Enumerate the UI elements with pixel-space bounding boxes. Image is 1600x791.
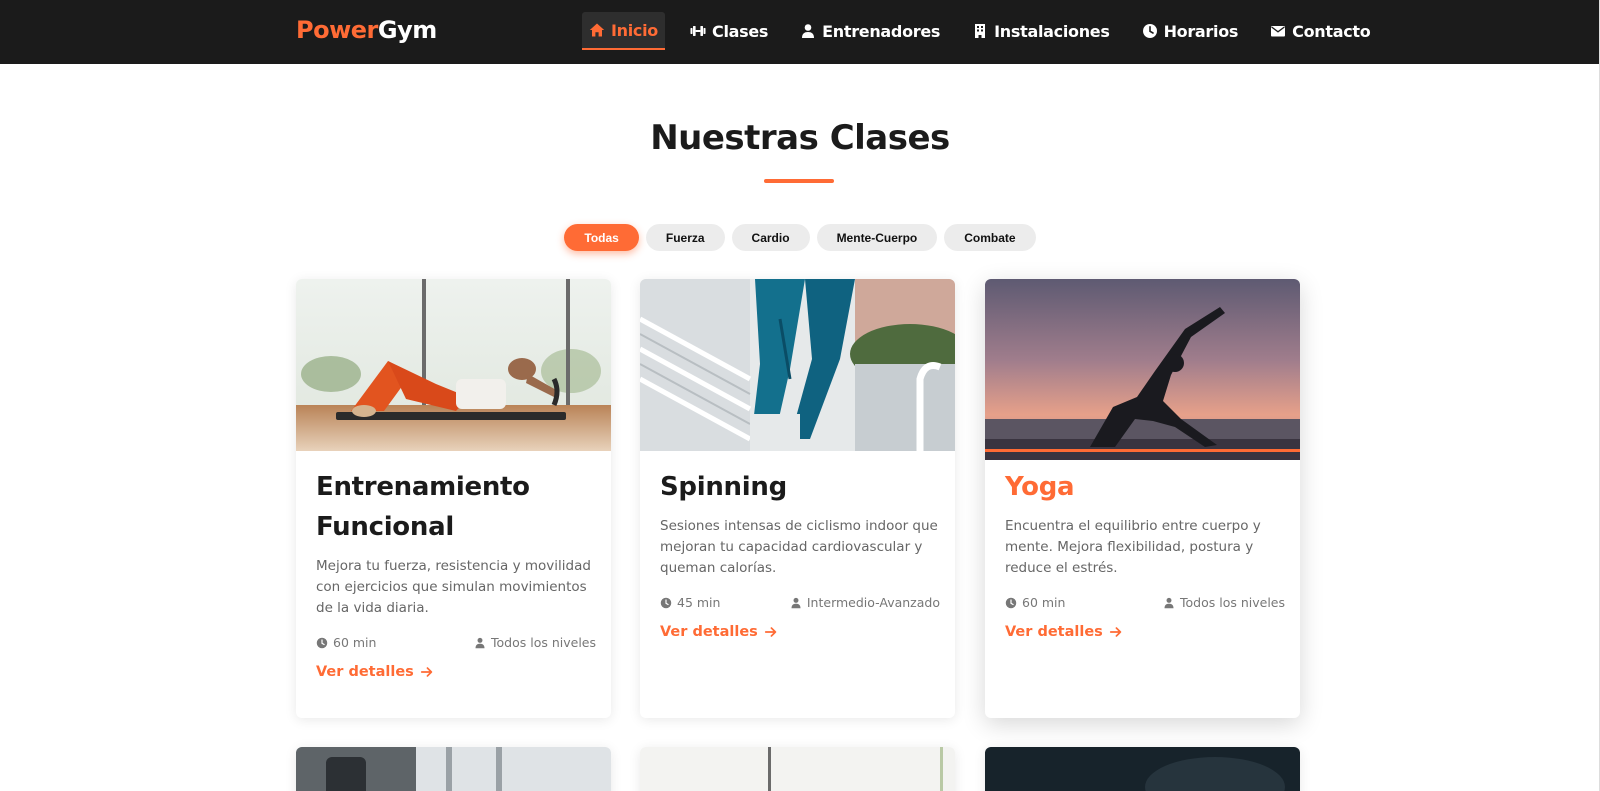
level: Todos los niveles — [474, 635, 596, 650]
class-image-studio — [640, 747, 955, 791]
class-card-yoga[interactable]: Yoga Encuentra el equilibrio entre cuerp… — [985, 279, 1300, 718]
details-link-label: Ver detalles — [660, 624, 758, 640]
class-filters: Todas Fuerza Cardio Mente-Cuerpo Combate — [0, 224, 1600, 251]
dumbbell-icon — [690, 26, 706, 36]
main-nav: Inicio Clases Entrenadores Instalaciones… — [582, 12, 1377, 50]
nav-item-label: Contacto — [1292, 21, 1371, 41]
nav-item-label: Instalaciones — [994, 21, 1110, 41]
level-text: Todos los niveles — [1180, 595, 1285, 610]
class-image-gym — [296, 747, 611, 791]
card-meta: 60 min Todos los niveles — [316, 635, 596, 650]
details-link-label: Ver detalles — [316, 664, 414, 680]
class-card-row2-1[interactable] — [296, 747, 611, 791]
envelope-icon — [1271, 26, 1286, 37]
nav-item-label: Clases — [712, 21, 769, 41]
filter-todas[interactable]: Todas — [564, 224, 639, 251]
card-title: Entrenamiento Funcional — [316, 472, 530, 542]
home-icon — [589, 23, 605, 37]
nav-item-label: Entrenadores — [822, 21, 941, 41]
user-icon — [802, 24, 815, 38]
card-body: Entrenamiento Funcional Mejora tu fuerza… — [316, 467, 596, 681]
nav-item-clases[interactable]: Clases — [683, 12, 775, 50]
title-underline — [764, 179, 834, 183]
user-icon — [1164, 597, 1174, 608]
user-icon — [475, 637, 485, 648]
card-meta: 60 min Todos los niveles — [1005, 595, 1285, 610]
filter-cardio[interactable]: Cardio — [731, 224, 810, 251]
duration: 60 min — [316, 635, 376, 650]
clock-icon — [660, 597, 672, 608]
class-card-funcional[interactable]: Entrenamiento Funcional Mejora tu fuerza… — [296, 279, 611, 718]
card-description: Mejora tu fuerza, resistencia y movilida… — [316, 558, 591, 616]
class-image-yoga — [985, 279, 1300, 460]
section-title: Nuestras Clases — [650, 118, 950, 158]
level: Intermedio-Avanzado — [790, 595, 940, 610]
level: Todos los niveles — [1163, 595, 1285, 610]
nav-item-inicio[interactable]: Inicio — [582, 12, 665, 50]
duration-text: 60 min — [1022, 595, 1066, 610]
arrow-right-icon — [420, 667, 433, 677]
card-description: Sesiones intensas de ciclismo indoor que… — [660, 518, 938, 576]
nav-item-label: Horarios — [1163, 21, 1239, 41]
duration: 60 min — [1005, 595, 1065, 610]
nav-item-horarios[interactable]: Horarios — [1135, 12, 1246, 50]
building-icon — [975, 24, 986, 38]
class-image-funcional — [296, 279, 611, 451]
arrow-right-icon — [764, 627, 777, 637]
class-image-combat — [985, 747, 1300, 791]
level-text: Intermedio-Avanzado — [806, 595, 940, 610]
details-link-label: Ver detalles — [1005, 624, 1103, 640]
duration: 45 min — [660, 595, 720, 610]
card-title: Spinning — [660, 472, 787, 502]
clock-icon — [1142, 24, 1157, 38]
level-text: Todos los niveles — [491, 635, 596, 650]
user-icon — [791, 597, 801, 608]
card-meta: 45 min Intermedio-Avanzado — [660, 595, 940, 610]
filter-mente-cuerpo[interactable]: Mente-Cuerpo — [816, 224, 938, 251]
details-link[interactable]: Ver detalles — [660, 624, 778, 640]
nav-item-entrenadores[interactable]: Entrenadores — [793, 12, 947, 50]
card-body: Spinning Sesiones intensas de ciclismo i… — [660, 467, 940, 641]
class-card-row2-2[interactable] — [640, 747, 955, 791]
clock-icon — [1005, 597, 1017, 608]
duration-text: 45 min — [677, 595, 721, 610]
nav-item-label: Inicio — [611, 20, 658, 40]
class-card-spinning[interactable]: Spinning Sesiones intensas de ciclismo i… — [640, 279, 955, 718]
details-link[interactable]: Ver detalles — [316, 664, 434, 680]
filter-combate[interactable]: Combate — [944, 224, 1036, 251]
brand-logo[interactable]: PowerGym — [296, 16, 437, 44]
duration-text: 60 min — [333, 635, 377, 650]
clock-icon — [316, 637, 328, 648]
brand-logo-part2: Gym — [377, 16, 437, 44]
class-image-spinning — [640, 279, 955, 451]
arrow-right-icon — [1109, 627, 1122, 637]
card-title: Yoga — [1005, 472, 1075, 502]
card-description: Encuentra el equilibrio entre cuerpo y m… — [1005, 518, 1261, 576]
nav-item-instalaciones[interactable]: Instalaciones — [965, 12, 1116, 50]
class-card-row2-3[interactable] — [985, 747, 1300, 791]
nav-item-contacto[interactable]: Contacto — [1263, 12, 1377, 50]
details-link[interactable]: Ver detalles — [1005, 624, 1123, 640]
site-header: PowerGym Inicio Clases Entrenadores Inst… — [0, 0, 1600, 64]
brand-logo-part1: Power — [296, 16, 378, 44]
card-body: Yoga Encuentra el equilibrio entre cuerp… — [1005, 467, 1285, 641]
filter-fuerza[interactable]: Fuerza — [645, 224, 725, 251]
